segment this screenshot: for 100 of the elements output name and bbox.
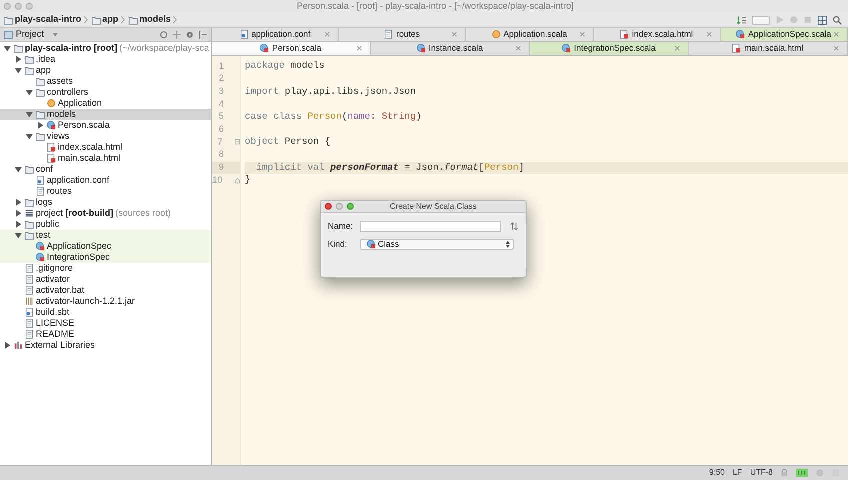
close-icon[interactable] [834,46,839,51]
expanded-arrow-icon[interactable] [26,111,33,118]
kind-select[interactable]: Class [360,238,514,250]
expanded-arrow-icon[interactable] [26,133,33,140]
tree-row[interactable]: activator-launch-1.2.1.jar [0,296,211,307]
fold-end-icon[interactable] [234,178,240,184]
tree-row[interactable]: index.scala.html [0,142,211,153]
tree-row[interactable]: .idea [0,54,211,65]
close-icon[interactable] [580,32,585,37]
fold-icon[interactable] [234,139,240,146]
tree-item-label: IntegrationSpec [47,252,110,263]
tree-row[interactable]: public [0,219,211,230]
tree-item-label: conf [36,164,54,175]
expanded-arrow-icon[interactable] [15,232,22,239]
close-icon[interactable] [834,32,840,37]
close-icon[interactable] [357,46,362,51]
html-file-icon [47,143,56,152]
folder-icon [36,110,45,119]
tree-row[interactable]: models [0,109,211,120]
tree-row[interactable]: External Libraries [0,340,211,351]
expanded-arrow-icon[interactable] [15,67,22,74]
collapsed-arrow-icon[interactable] [15,56,22,63]
expanded-arrow-icon[interactable] [15,166,22,173]
settings-icon[interactable] [186,30,194,38]
config-file-icon [36,176,45,185]
collapsed-arrow-icon[interactable] [4,342,11,349]
sort-icon[interactable] [510,222,519,231]
expanded-arrow-icon[interactable] [26,89,33,96]
run-configuration-dropdown[interactable] [752,16,770,24]
tree-row[interactable]: conf [0,164,211,175]
line-number: 6 [218,123,224,136]
tree-row[interactable]: README [0,329,211,340]
editor-tab[interactable]: IntegrationSpec.scala [530,42,689,55]
close-icon[interactable] [516,46,521,51]
tree-row[interactable]: LICENSE [0,318,211,329]
tree-item-label: project [root-build] [36,208,114,219]
tree-row[interactable]: views [0,131,211,142]
sort-icon[interactable] [737,16,746,24]
zoom-icon[interactable] [347,203,354,210]
tree-item-label: assets [47,76,74,87]
folder-icon [25,165,34,174]
chevron-icon [120,16,125,24]
html-file-icon [47,154,56,163]
tab-label: main.scala.html [744,42,804,55]
tree-item-label: index.scala.html [58,142,123,153]
close-icon[interactable] [452,32,458,37]
panel-title[interactable]: Project [16,28,44,42]
code-line: case class Person(name: String) [245,110,422,124]
line-number: 8 [218,148,224,162]
name-field[interactable] [360,220,502,232]
close-icon[interactable] [675,46,680,51]
line-number: 1 [218,60,224,73]
hide-icon[interactable] [199,30,207,38]
close-icon[interactable] [325,32,330,37]
tree-row[interactable]: Application [0,98,211,109]
tree-item-label: logs [36,197,53,208]
tree-item-label: controllers [47,87,89,98]
project-structure-icon[interactable] [818,16,827,24]
tree-item-label: main.scala.html [58,153,121,164]
tree-row[interactable]: application.conf [0,175,211,186]
lock-icon[interactable] [781,469,788,477]
editor-tab[interactable]: ApplicationSpec.scala [720,28,848,41]
close-icon[interactable] [325,203,332,210]
breadcrumb[interactable]: app [92,13,129,27]
close-icon[interactable] [706,32,712,37]
editor-tab[interactable]: Person.scala [212,42,371,55]
breadcrumb[interactable]: models [128,13,182,27]
search-icon[interactable] [833,16,842,24]
tree-row[interactable]: activator [0,274,211,285]
tree-row[interactable]: play-scala-intro [root] (~/workspace/play-sca [0,43,211,54]
minimize-icon[interactable] [336,203,343,210]
expanded-arrow-icon[interactable] [4,45,11,52]
editor-tab[interactable]: index.scala.html [594,28,721,41]
tree-row[interactable]: controllers [0,87,211,98]
line-separator[interactable]: LF [732,467,742,479]
caret-position[interactable]: 9:50 [709,467,725,479]
tree-row[interactable]: project [root-build] (sources root) [0,208,211,219]
text-file-icon [384,30,394,39]
tree-row[interactable]: app [0,65,211,76]
text-file-icon [25,319,34,328]
chevron-icon [84,16,88,24]
tree-row[interactable]: build.sbt [0,307,211,318]
caret-icon[interactable] [53,32,58,36]
run-icon[interactable] [776,16,784,24]
tree-row[interactable]: test [0,230,211,241]
stop-icon[interactable] [804,16,812,24]
tree-row[interactable]: .gitignore [0,263,211,274]
tree-row[interactable]: logs [0,197,211,208]
tree-row[interactable]: main.scala.html [0,153,211,164]
target-icon[interactable] [160,30,168,38]
file-encoding[interactable]: UTF-8 [750,467,773,479]
tree-row[interactable]: assets [0,76,211,87]
collapsed-arrow-icon[interactable] [37,122,44,129]
tree-row[interactable]: activator.bat [0,285,211,296]
tree-row[interactable]: Person.scala [0,120,211,131]
breadcrumb[interactable]: play-scala-intro [4,13,92,27]
tree-row[interactable]: routes [0,186,211,197]
tree-row[interactable]: IntegrationSpec [0,252,211,263]
tree-row[interactable]: ApplicationSpec [0,241,211,252]
updown-icon [506,240,510,248]
